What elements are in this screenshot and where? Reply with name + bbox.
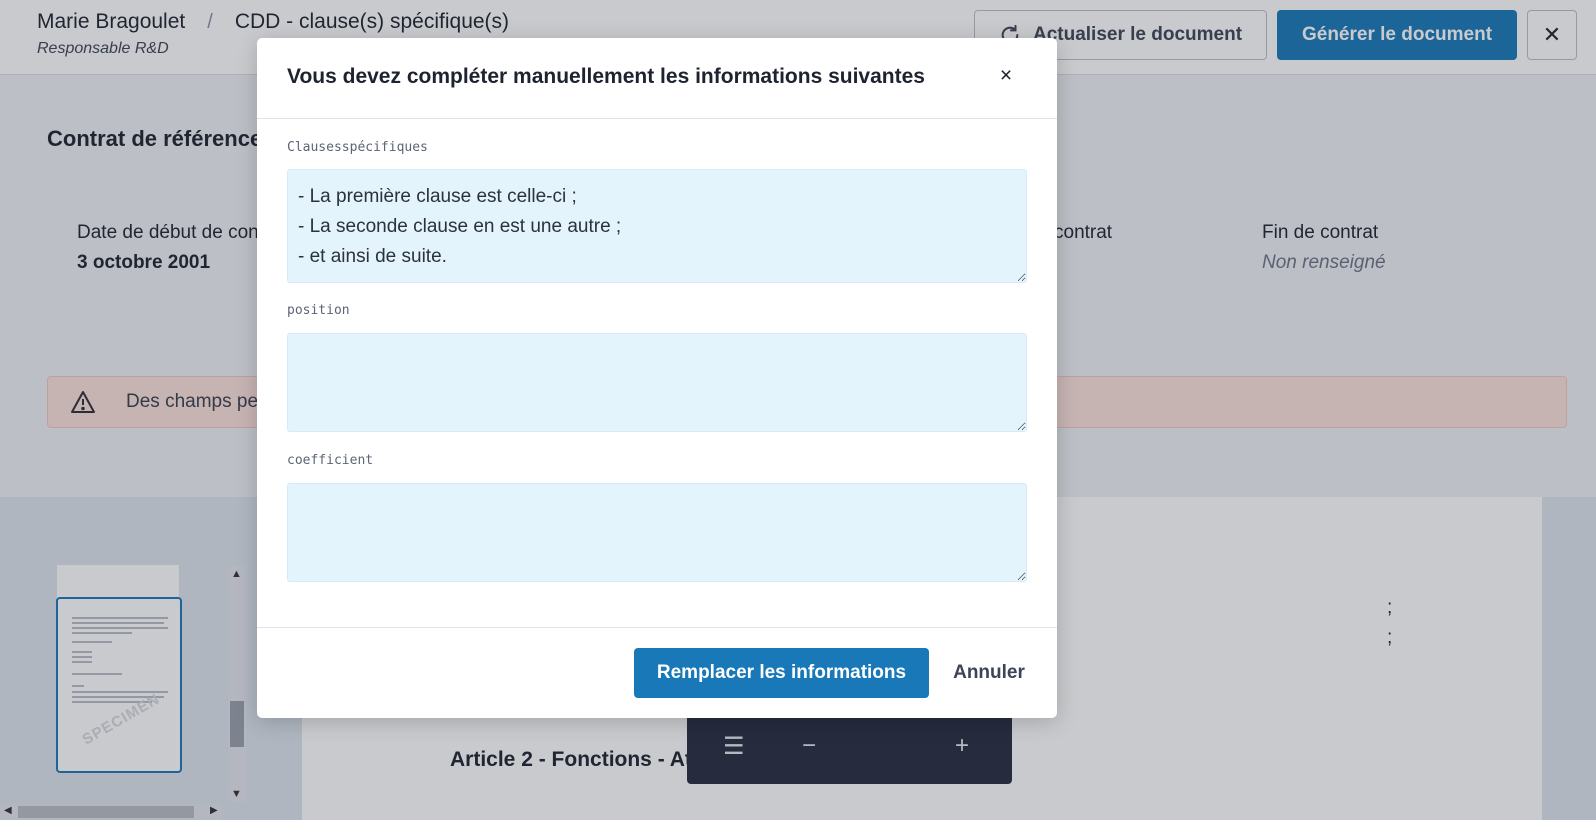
position-field-label: position (287, 303, 350, 318)
coefficient-field-label: coefficient (287, 453, 374, 468)
replace-info-button[interactable]: Remplacer les informations (634, 648, 929, 698)
position-textarea[interactable] (287, 333, 1027, 432)
clauses-textarea[interactable] (287, 169, 1027, 283)
dialog-header: Vous devez compléter manuellement les in… (257, 38, 1057, 119)
close-icon: × (999, 64, 1013, 87)
dialog-close-button[interactable]: × (994, 64, 1018, 90)
cancel-button[interactable]: Annuler (949, 648, 1029, 698)
dialog-footer: Remplacer les informations Annuler (257, 627, 1057, 718)
manual-info-dialog: Vous devez compléter manuellement les in… (257, 38, 1057, 718)
dialog-title: Vous devez compléter manuellement les in… (287, 65, 925, 88)
coefficient-textarea[interactable] (287, 483, 1027, 582)
clauses-field-label: Clausesspécifiques (287, 140, 428, 155)
